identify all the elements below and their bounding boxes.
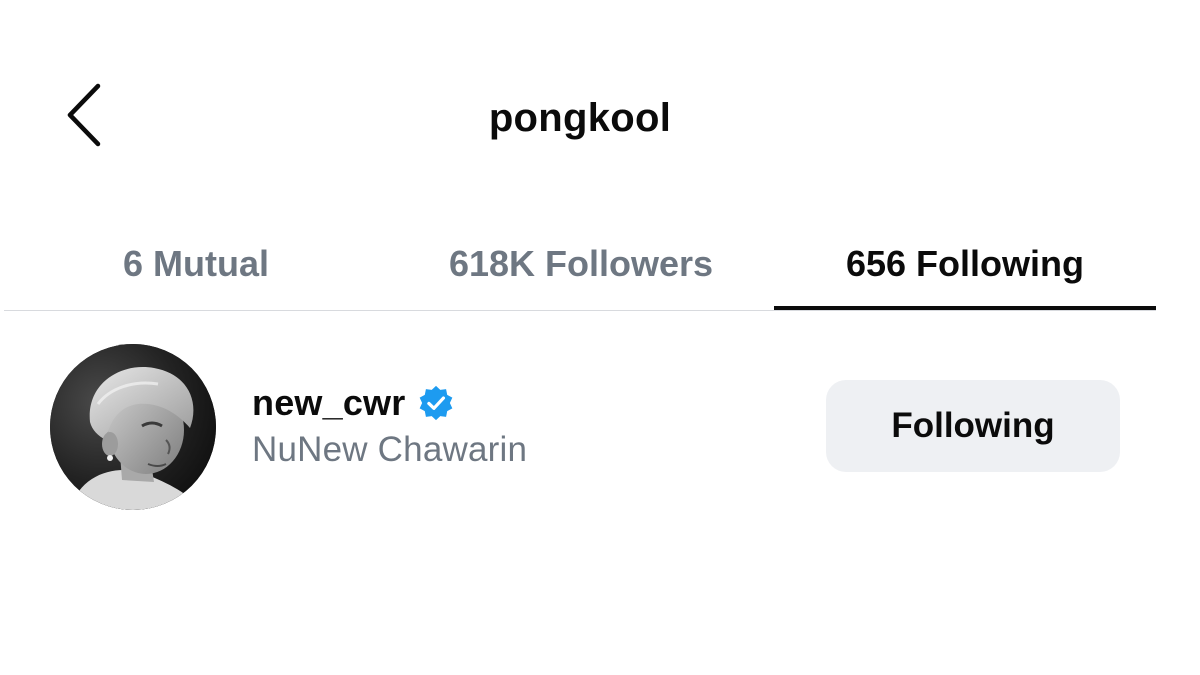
tab-following[interactable]: 656 Following — [774, 218, 1156, 310]
tab-bar: 6 Mutual 618K Followers 656 Following — [0, 218, 1200, 312]
avatar[interactable] — [50, 344, 216, 510]
tab-followers[interactable]: 618K Followers — [428, 218, 734, 310]
verified-badge-icon — [417, 384, 455, 422]
tab-mutual[interactable]: 6 Mutual — [46, 218, 346, 310]
username[interactable]: new_cwr — [252, 382, 405, 424]
list-item: new_cwr NuNew Chawarin Following — [0, 340, 1200, 514]
header: pongkool — [0, 0, 1200, 200]
following-button[interactable]: Following — [826, 380, 1120, 472]
tab-divider — [4, 310, 1156, 311]
user-info: new_cwr NuNew Chawarin — [252, 382, 527, 470]
page-title: pongkool — [488, 96, 672, 140]
full-name: NuNew Chawarin — [252, 430, 528, 469]
